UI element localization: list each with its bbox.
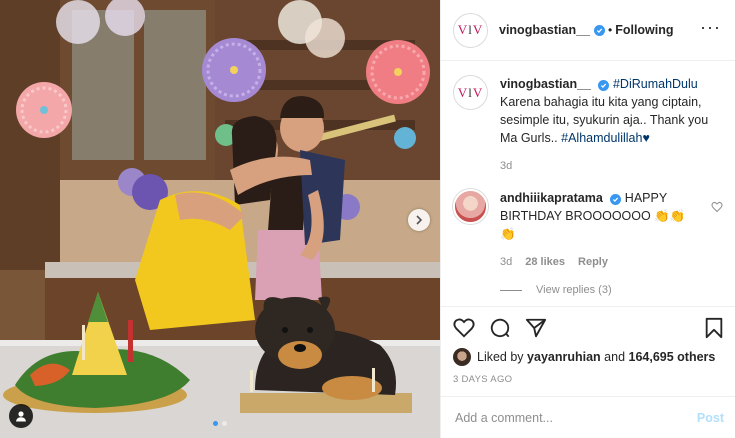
separator-dot: •: [608, 23, 613, 37]
verified-badge-icon: [610, 194, 622, 205]
action-icons: [453, 313, 724, 343]
likes-count[interactable]: 164,695 others: [629, 350, 716, 364]
caption-body: vinogbastian__ #DiRumahDulu Karena bahag…: [500, 75, 715, 175]
liker-avatar[interactable]: [453, 348, 471, 366]
hashtag-link[interactable]: #DiRumahDulu: [613, 77, 698, 91]
caption: VlV vinogbastian__ #DiRumahDulu Karena b…: [453, 75, 723, 175]
comment-body: andhiiikapratama HAPPY BIRTHDAY BROOOOOO…: [500, 189, 700, 271]
next-slide-button[interactable]: [408, 209, 430, 231]
save-bookmark-icon[interactable]: [704, 317, 724, 339]
comment-likes[interactable]: 28 likes: [525, 253, 565, 271]
post-photo[interactable]: [0, 0, 440, 438]
replies-line: [500, 289, 522, 291]
photo-scene: [0, 0, 440, 438]
comments-section: VlV vinogbastian__ #DiRumahDulu Karena b…: [441, 61, 735, 305]
comment-timestamp: 3d: [500, 256, 513, 268]
avatar-logo: VlV: [457, 22, 484, 37]
post-header: VlV vinogbastian__ • Following ···: [441, 0, 735, 61]
commenter-avatar[interactable]: [453, 189, 488, 224]
post-actions: Liked by yayanruhian and 164,695 others …: [441, 306, 735, 385]
carousel-indicator: [213, 421, 227, 426]
likes-summary: Liked by yayanruhian and 164,695 others: [453, 348, 724, 366]
following-button[interactable]: Following: [615, 23, 673, 37]
carousel-dot: [222, 421, 227, 426]
avatar-logo: VlV: [457, 84, 484, 100]
comment-item: andhiiikapratama HAPPY BIRTHDAY BROOOOOO…: [453, 189, 723, 271]
liked-by-prefix: Liked by: [477, 350, 524, 364]
reply-button[interactable]: Reply: [578, 253, 608, 271]
post-comment-button[interactable]: Post: [697, 411, 724, 425]
post-details-panel: VlV vinogbastian__ • Following ··· VlV v…: [440, 0, 735, 438]
post-timestamp: 3 DAYS AGO: [453, 374, 513, 385]
chevron-right-icon: [416, 215, 423, 225]
caption-timestamp: 3d: [500, 160, 513, 172]
view-replies-button[interactable]: View replies (3): [500, 284, 723, 296]
post-username[interactable]: vinogbastian__: [499, 23, 590, 37]
carousel-dot: [213, 421, 218, 426]
comment-meta: 3d 28 likes Reply: [500, 253, 700, 271]
like-heart-icon[interactable]: [453, 317, 475, 339]
hashtag-link[interactable]: #Alhamdulillah: [561, 131, 642, 145]
add-comment-bar: Post: [441, 396, 735, 438]
heart-emoji: ♥: [642, 131, 650, 145]
avatar[interactable]: VlV: [453, 12, 488, 48]
liked-by-and: and: [604, 350, 626, 364]
liker-username[interactable]: yayanruhian: [527, 350, 601, 364]
verified-badge-icon: [598, 80, 610, 91]
tagged-users-button[interactable]: [9, 404, 33, 428]
more-options-icon[interactable]: ···: [700, 18, 721, 38]
commenter-username[interactable]: andhiiikapratama: [500, 191, 603, 205]
comment-bubble-icon[interactable]: [489, 317, 511, 339]
like-comment-heart-icon[interactable]: [711, 201, 723, 216]
user-icon: [16, 411, 26, 422]
share-paper-plane-icon[interactable]: [525, 317, 547, 339]
view-replies-label: View replies (3): [536, 284, 612, 296]
verified-badge-icon: [594, 24, 605, 36]
comment-input[interactable]: [455, 410, 697, 425]
caption-avatar[interactable]: VlV: [453, 75, 488, 110]
caption-username[interactable]: vinogbastian__: [500, 77, 591, 91]
